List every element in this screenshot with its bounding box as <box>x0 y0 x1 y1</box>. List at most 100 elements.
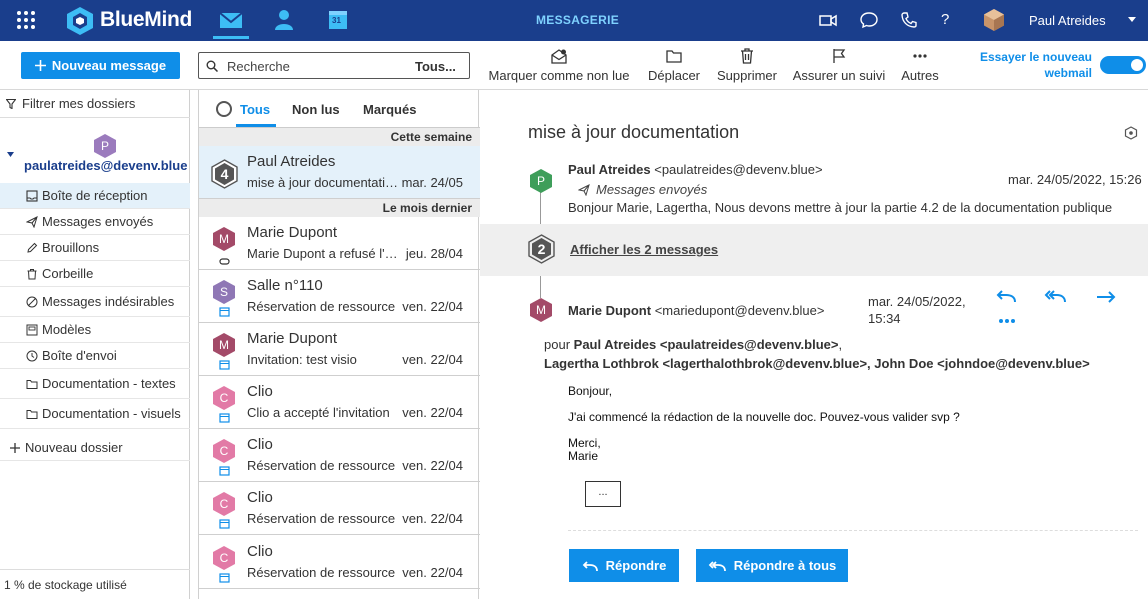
new-folder-button[interactable]: Nouveau dossier <box>0 435 190 461</box>
pencil-icon <box>27 242 38 253</box>
select-all-checkbox[interactable] <box>216 101 232 117</box>
thread-line <box>540 276 541 298</box>
account-name[interactable]: paulatreides@devenv.blue <box>24 158 187 173</box>
message-preview: mise à jour documentation <box>247 175 399 190</box>
inbox-icon <box>26 189 38 202</box>
filter-folders[interactable]: Filtrer mes dossiers <box>6 96 135 111</box>
sender-avatar: C <box>213 439 235 463</box>
folder-icon <box>666 50 682 63</box>
new-message-button[interactable]: Nouveau message <box>21 52 180 79</box>
folder-label: Boîte d'envoi <box>42 348 117 363</box>
reply-all-arrow-icon <box>708 560 726 571</box>
search-box[interactable]: Recherche Tous... <box>198 52 470 79</box>
mail-app-icon[interactable] <box>219 9 243 31</box>
reply-all-label: Répondre à tous <box>733 558 837 573</box>
calendar-icon <box>219 573 230 583</box>
folder-label: Boîte de réception <box>42 188 148 203</box>
reply-button[interactable]: Répondre <box>569 549 679 582</box>
chat-icon[interactable] <box>860 11 878 29</box>
video-call-icon[interactable] <box>819 11 837 29</box>
more-button[interactable]: Autres <box>896 47 944 83</box>
search-scope-dropdown[interactable]: Tous... <box>415 59 456 74</box>
last-message-header: Marie Dupont <mariedupont@devenv.blue> <box>568 303 824 318</box>
recipient-separator: , <box>838 337 843 352</box>
message-date: ven. 22/04 <box>402 511 463 526</box>
help-icon[interactable]: ? <box>941 11 949 28</box>
folder-documentation-textes[interactable]: Documentation - textes <box>0 369 190 399</box>
folder-trash[interactable]: Corbeille <box>0 261 190 287</box>
folder-inbox[interactable]: Boîte de réception <box>0 183 190 209</box>
recipients-cc[interactable]: Lagertha Lothbrok <lagerthalothbrok@deve… <box>544 356 1090 371</box>
message-preview: Réservation de ressource <box>247 299 396 314</box>
top-bar: BlueMind 31 MESSAGERIE ? Paul Atreides <box>0 0 1148 41</box>
show-quoted-text-button[interactable]: ... <box>585 481 621 507</box>
tab-flagged[interactable]: Marqués <box>363 102 416 117</box>
message-row[interactable]: M Marie Dupont Invitation: test visio ve… <box>199 323 480 376</box>
folder-drafts[interactable]: Brouillons <box>0 235 190 261</box>
template-icon <box>26 324 38 335</box>
message-list: Tous Non lus Marqués Cette semaine 4 Pau… <box>198 90 480 599</box>
new-webmail-toggle[interactable] <box>1100 56 1146 74</box>
message-row[interactable]: S Salle n°110 Réservation de ressource v… <box>199 270 480 323</box>
try-new-webmail-link[interactable]: Essayer le nouveau webmail <box>960 49 1092 81</box>
message-row[interactable]: C Clio Réservation de ressource ven. 22/… <box>199 482 480 535</box>
contacts-app-icon[interactable] <box>272 9 296 31</box>
mark-unread-button[interactable]: Marquer comme non lue <box>484 47 634 83</box>
app-grid-icon[interactable] <box>16 10 36 30</box>
follow-up-label: Assurer un suivi <box>792 68 886 83</box>
message-row[interactable]: C Clio Réservation de ressource ven. 22/… <box>199 536 480 589</box>
show-messages-link[interactable]: Afficher les 2 messages <box>570 242 718 257</box>
block-icon <box>26 296 38 307</box>
collapsed-messages[interactable]: 2 Afficher les 2 messages <box>480 224 1148 276</box>
avatar-initial: P <box>536 174 545 188</box>
first-message-header[interactable]: Paul Atreides <paulatreides@devenv.blue> <box>568 162 823 177</box>
tab-all[interactable]: Tous <box>240 102 270 117</box>
clock-icon <box>26 350 38 361</box>
user-name[interactable]: Paul Atreides <box>1029 13 1106 28</box>
new-folder-label: Nouveau dossier <box>25 440 123 455</box>
folder-documentation-visuels[interactable]: Documentation - visuels <box>0 399 190 429</box>
message-date: ven. 22/04 <box>402 565 463 580</box>
message-row[interactable]: 4 Paul Atreides mise à jour documentatio… <box>199 146 480 199</box>
conversation-subject: mise à jour documentation <box>528 122 740 142</box>
message-body-line: Merci, <box>568 436 601 450</box>
reading-options-icon[interactable] <box>1124 126 1138 140</box>
message-row[interactable]: M Marie Dupont Marie Dupont a refusé l'i… <box>199 217 480 270</box>
forward-arrow-icon[interactable] <box>1095 288 1117 306</box>
message-sender: Marie Dupont <box>247 224 338 241</box>
reply-all-button[interactable]: Répondre à tous <box>696 549 848 582</box>
bluemind-logo-icon <box>67 7 93 35</box>
sender-avatar: M <box>213 227 235 251</box>
recipient-to[interactable]: Paul Atreides <paulatreides@devenv.blue> <box>574 337 839 352</box>
calendar-app-icon[interactable]: 31 <box>327 9 351 31</box>
user-menu-chevron-down-icon[interactable] <box>1128 17 1136 23</box>
folder-label: Messages envoyés <box>42 214 154 229</box>
user-avatar[interactable] <box>982 8 1006 32</box>
delete-button[interactable]: Supprimer <box>713 47 781 83</box>
reply-arrow-icon[interactable] <box>995 288 1017 306</box>
message-row[interactable]: C Clio Réservation de ressource ven. 22/… <box>199 429 480 482</box>
follow-up-button[interactable]: Assurer un suivi <box>791 47 887 83</box>
folder-label: Documentation - visuels <box>42 406 181 421</box>
message-preview: Réservation de ressource <box>247 511 396 526</box>
folder-sent[interactable]: Messages envoyés <box>0 209 190 235</box>
search-icon <box>206 60 218 72</box>
search-input[interactable]: Recherche <box>227 59 290 74</box>
list-filter-tabs: Tous Non lus Marqués <box>199 90 480 128</box>
account-chevron-down-icon[interactable] <box>7 152 14 157</box>
divider <box>568 530 1138 531</box>
folder-spam[interactable]: Messages indésirables <box>0 287 190 317</box>
folder-templates[interactable]: Modèles <box>0 317 190 343</box>
reply-all-arrow-icon[interactable] <box>1044 288 1066 306</box>
message-preview: Clio a accepté l'invitation <box>247 405 390 420</box>
tab-unread[interactable]: Non lus <box>292 102 340 117</box>
message-snippet[interactable]: Bonjour Marie, Lagertha, Nous devons met… <box>568 200 1138 215</box>
folder-outbox[interactable]: Boîte d'envoi <box>0 343 190 369</box>
paper-plane-icon <box>26 215 38 228</box>
move-button[interactable]: Déplacer <box>646 47 702 83</box>
message-sender: Clio <box>247 383 273 400</box>
message-more-icon[interactable] <box>998 318 1016 324</box>
message-row[interactable]: C Clio Clio a accepté l'invitation ven. … <box>199 376 480 429</box>
paper-plane-icon <box>578 183 590 196</box>
phone-icon[interactable] <box>900 11 918 29</box>
